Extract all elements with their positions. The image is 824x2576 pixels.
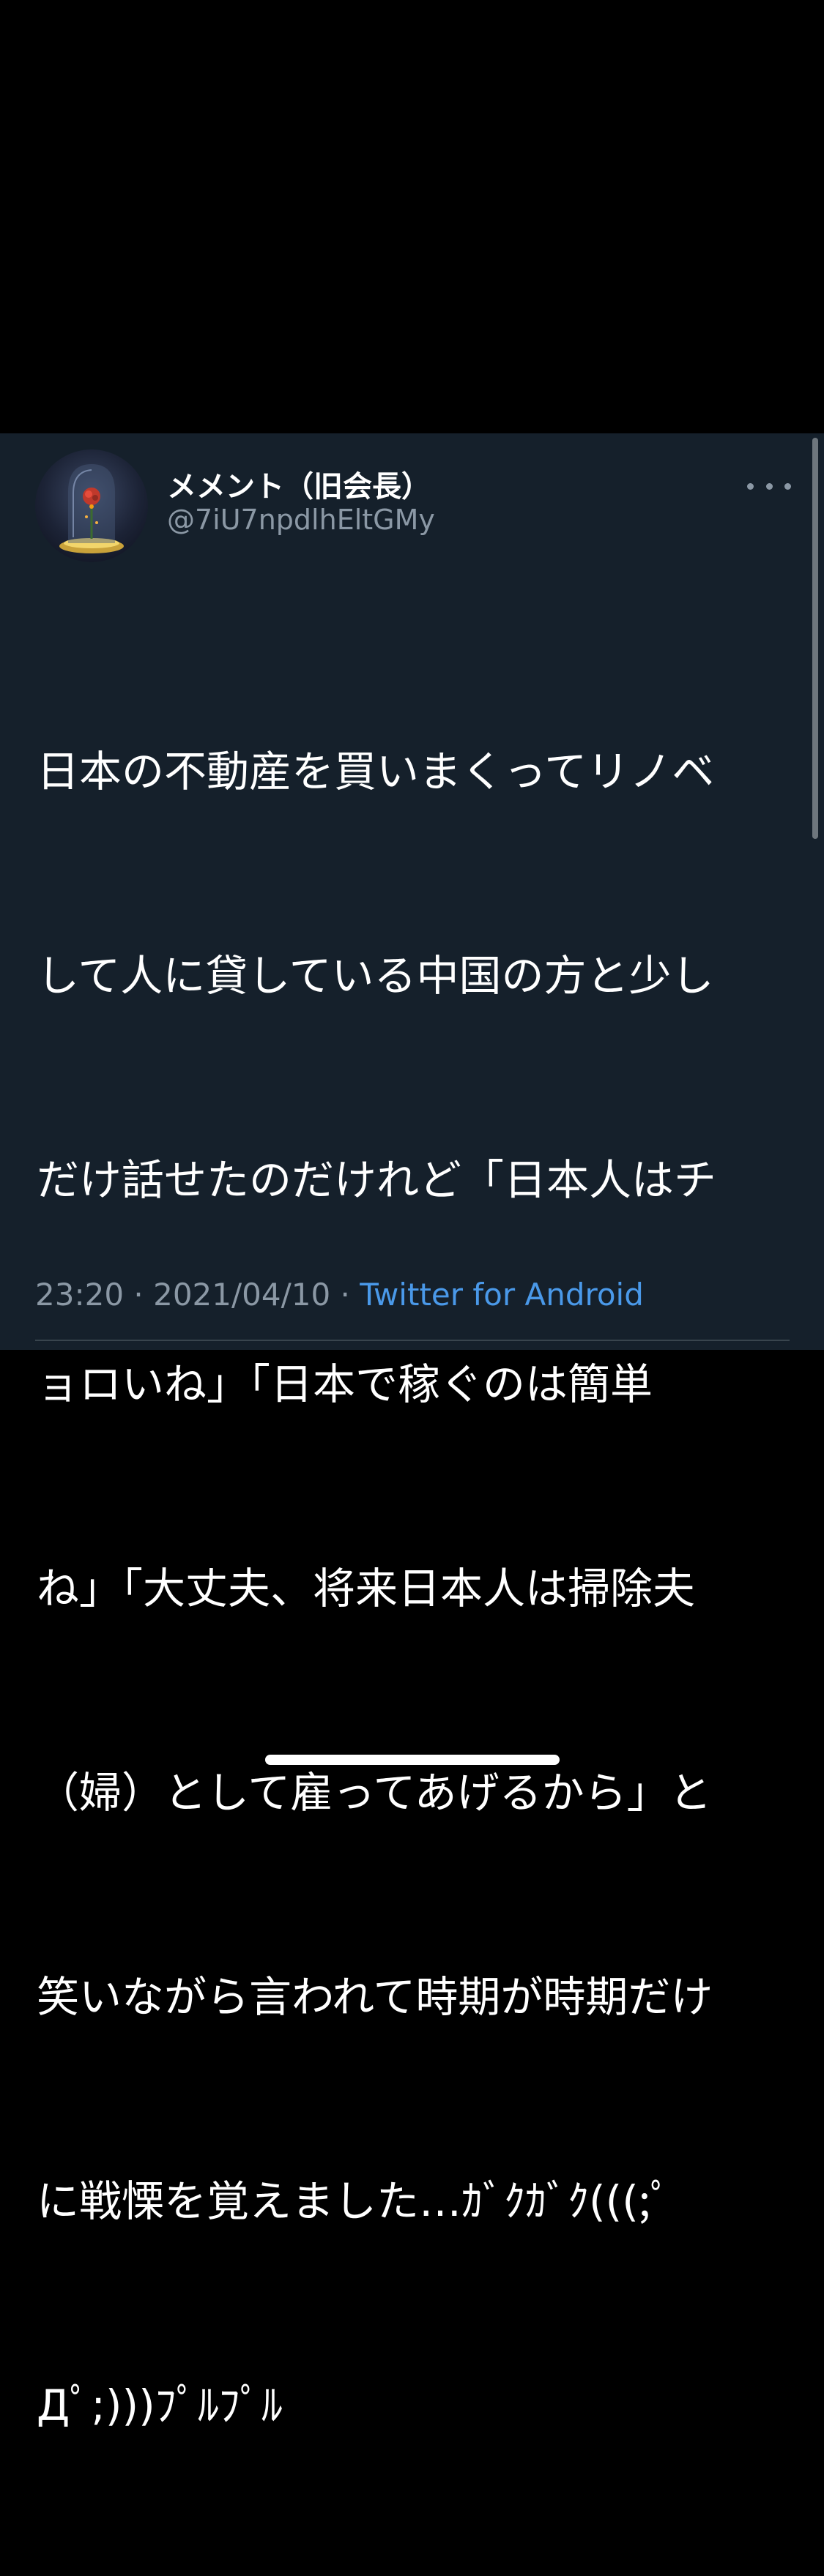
divider bbox=[35, 1340, 790, 1341]
tweet-card: メメント（旧会長） @7iU7npdlhEltGMy 日本の不動産を買いまくって… bbox=[0, 433, 824, 2430]
tweet-date: 2021/04/10 bbox=[153, 1277, 331, 1313]
meta-separator: · bbox=[330, 1277, 360, 1313]
tweet-text-line: して人に貸している中国の方と少し bbox=[37, 951, 714, 1001]
author-handle[interactable]: @7iU7npdlhEltGMy bbox=[167, 504, 435, 536]
more-dot bbox=[765, 482, 773, 490]
meta-separator: · bbox=[124, 1277, 154, 1313]
tweet-source-link[interactable]: Twitter for Android bbox=[360, 1277, 644, 1313]
tweet-time: 23:20 bbox=[35, 1277, 125, 1313]
tweet-text-line: （婦）として雇ってあげるから」と bbox=[37, 1768, 712, 1818]
home-indicator[interactable] bbox=[265, 1755, 560, 1765]
tweet-text-line: 日本の不動産を買いまくってリノベ bbox=[37, 747, 715, 796]
tweet-text-line: 笑いながら言われて時期が時期だけ bbox=[37, 1972, 713, 2022]
tweet-text-line: Дﾟ;)))ﾌﾟﾙﾌﾟﾙ bbox=[37, 2381, 283, 2430]
tweet-text-line: に戦慄を覚えました…ｶﾞｸｶﾞｸ(((;ﾟ bbox=[37, 2176, 672, 2226]
scrollbar[interactable] bbox=[812, 438, 818, 839]
tweet-text-line: だけ話せたのだけれど「日本人はチ bbox=[37, 1155, 717, 1205]
more-dot bbox=[784, 482, 791, 490]
tweet-metadata: 23:20 · 2021/04/10 · Twitter for Android bbox=[35, 1277, 644, 1313]
author-display-name[interactable]: メメント（旧会長） bbox=[167, 463, 431, 505]
more-horizontal-icon[interactable] bbox=[747, 477, 791, 495]
more-dot bbox=[747, 482, 754, 490]
tweet-text-line: ね」「大丈夫、将来日本人は掃除夫 bbox=[37, 1564, 696, 1613]
tweet-text: 日本の不動産を買いまくってリノベ して人に貸している中国の方と少し だけ話せたの… bbox=[37, 602, 791, 2576]
bell-jar-rose-avatar[interactable] bbox=[35, 449, 148, 562]
tweet-text-line: ョロいね」「日本で稼ぐのは簡単 bbox=[37, 1359, 653, 1409]
